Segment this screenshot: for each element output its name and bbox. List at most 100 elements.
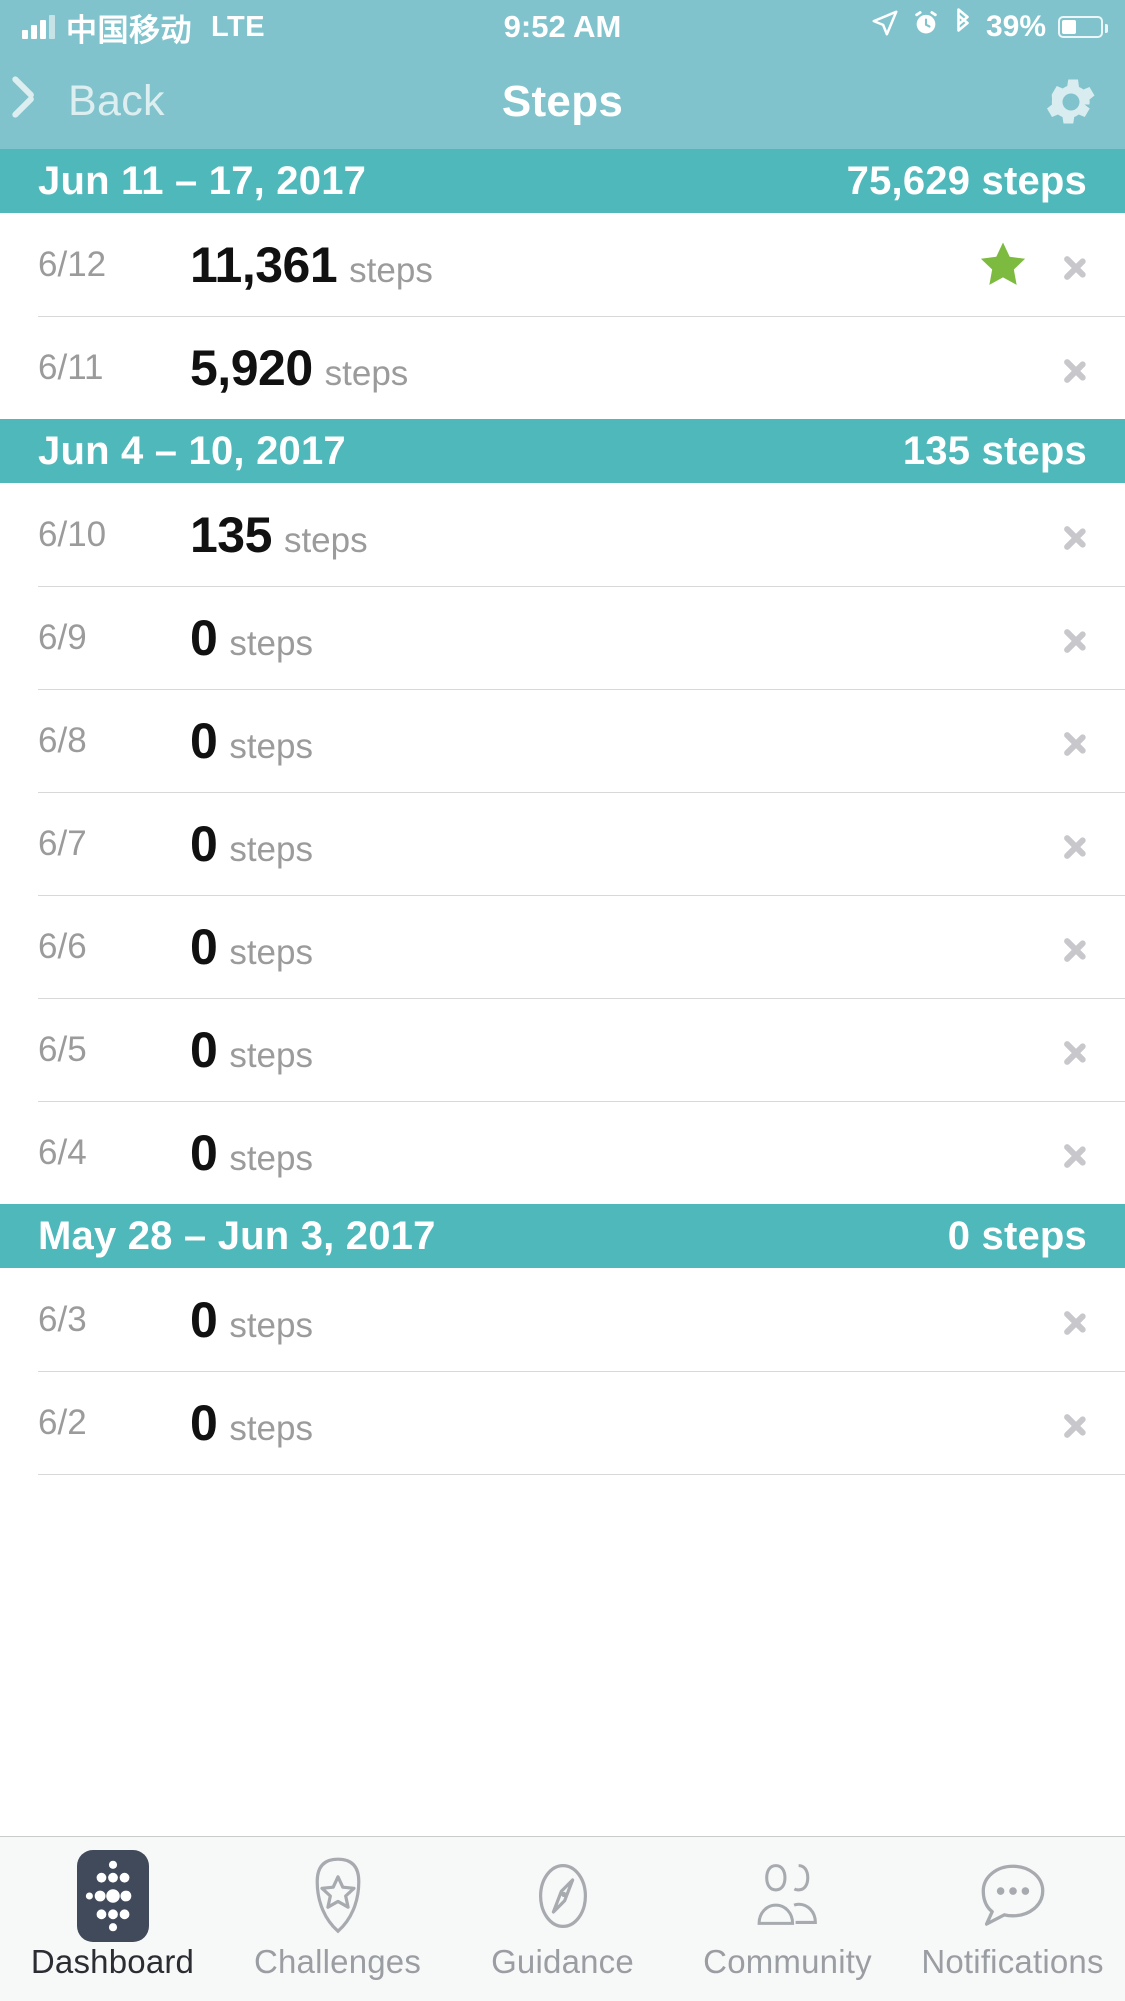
page-title: Steps [501, 76, 624, 126]
tab-challenges[interactable]: Challenges [225, 1837, 450, 1981]
day-step-count: 11,361 [190, 236, 338, 293]
section-header: May 28 – Jun 3, 2017 0 steps [0, 1204, 1125, 1268]
steps-list[interactable]: Jun 11 – 17, 2017 75,629 steps 6/12 11,361 s… [0, 149, 1125, 1804]
day-row-accessories [1063, 1298, 1087, 1342]
status-bar-left: 中国移动 LTE [22, 5, 265, 50]
section-rows: 6/10 135 steps 6/9 0 steps 6/8 0 steps 6/7 0 steps 6… [0, 483, 1125, 1204]
day-row[interactable]: 6/7 0 steps [0, 792, 1125, 895]
section-date-range: Jun 11 – 17, 2017 [38, 158, 367, 203]
day-step-unit: steps [229, 1305, 313, 1345]
day-steps: 0 steps [190, 918, 313, 976]
signal-bars-icon [22, 15, 55, 39]
day-row[interactable]: 6/10 135 steps [0, 483, 1125, 586]
chevron-right-icon[interactable] [1063, 243, 1087, 287]
section-step-total: 0 steps [947, 1213, 1087, 1258]
compass-icon [531, 1855, 595, 1937]
chevron-right-icon[interactable] [1063, 616, 1087, 660]
day-row[interactable]: 6/6 0 steps [0, 895, 1125, 998]
day-steps: 0 steps [190, 609, 313, 667]
day-row-accessories [1063, 925, 1087, 969]
day-row-accessories [1063, 822, 1087, 866]
chevron-right-icon[interactable] [1063, 1131, 1087, 1175]
back-button[interactable]: Back [24, 77, 165, 126]
day-steps: 0 steps [190, 712, 313, 770]
alarm-clock-icon [912, 9, 940, 45]
chevron-right-icon[interactable] [1063, 822, 1087, 866]
day-row-accessories [1063, 1028, 1087, 1072]
day-step-count: 0 [190, 815, 218, 872]
section-date-range: Jun 4 – 10, 2017 [38, 428, 346, 473]
day-row[interactable]: 6/12 11,361 steps [0, 213, 1125, 316]
section-date-range: May 28 – Jun 3, 2017 [38, 1213, 436, 1258]
day-steps: 0 steps [190, 1394, 313, 1452]
chevron-right-icon[interactable] [1063, 1401, 1087, 1445]
day-step-unit: steps [229, 726, 313, 766]
day-step-count: 135 [190, 506, 272, 563]
day-row[interactable]: 6/2 0 steps [0, 1371, 1125, 1474]
day-steps: 5,920 steps [190, 339, 408, 397]
day-date: 6/6 [38, 926, 87, 966]
location-arrow-icon [870, 8, 900, 46]
day-steps: 11,361 steps [190, 236, 433, 294]
day-row-accessories [1063, 1131, 1087, 1175]
day-step-unit: steps [349, 250, 433, 290]
day-date: 6/10 [38, 514, 107, 554]
speech-bubble-icon [975, 1855, 1051, 1937]
tab-label-notifications: Notifications [921, 1943, 1104, 1980]
status-bar-right: 39% [870, 8, 1108, 46]
two-people-icon [750, 1855, 826, 1937]
day-date: 6/7 [38, 823, 87, 863]
day-row[interactable]: 6/11 5,920 steps [0, 316, 1125, 419]
day-row-accessories [1063, 719, 1087, 763]
day-step-count: 0 [190, 918, 218, 975]
carrier-label: 中国移动 [66, 12, 192, 48]
day-step-count: 0 [190, 712, 218, 769]
day-row[interactable]: 6/9 0 steps [0, 586, 1125, 689]
tab-community[interactable]: Community [675, 1837, 900, 1981]
section-rows: 6/12 11,361 steps 6/11 5,920 steps [0, 213, 1125, 419]
day-row[interactable]: 6/8 0 steps [0, 689, 1125, 792]
day-date: 6/2 [38, 1402, 87, 1442]
day-step-unit: steps [229, 1408, 313, 1448]
day-steps: 0 steps [190, 1124, 313, 1182]
bottom-tab-bar: Dashboard Challenges Guidance Community … [0, 1836, 1125, 2001]
chevron-right-icon[interactable] [1063, 925, 1087, 969]
day-row-accessories [1063, 346, 1087, 390]
tab-notifications[interactable]: Notifications [900, 1837, 1125, 1981]
chevron-right-icon[interactable] [1063, 346, 1087, 390]
goal-star-icon [977, 239, 1029, 291]
day-steps: 0 steps [190, 1021, 313, 1079]
day-row[interactable]: 6/4 0 steps [0, 1101, 1125, 1204]
battery-percent-label: 39% [985, 10, 1046, 43]
day-date: 6/5 [38, 1029, 87, 1069]
day-step-count: 0 [190, 609, 218, 666]
day-step-count: 0 [190, 1394, 218, 1451]
tab-guidance[interactable]: Guidance [450, 1837, 675, 1981]
day-row[interactable]: 6/3 0 steps [0, 1268, 1125, 1371]
tab-label-dashboard: Dashboard [30, 1943, 195, 1980]
tab-label-community: Community [703, 1943, 872, 1980]
day-step-unit: steps [324, 353, 409, 393]
list-bottom-divider [38, 1474, 1125, 1475]
chevron-right-icon[interactable] [1063, 513, 1087, 557]
section-step-total: 75,629 steps [846, 158, 1087, 203]
tab-label-challenges: Challenges [253, 1943, 422, 1980]
day-row[interactable]: 6/5 0 steps [0, 998, 1125, 1101]
tab-label-guidance: Guidance [491, 1943, 634, 1980]
star-shield-icon [306, 1855, 370, 1937]
settings-button[interactable] [1041, 72, 1101, 132]
battery-icon [1058, 16, 1108, 38]
day-date: 6/3 [38, 1299, 87, 1339]
day-step-unit: steps [229, 623, 313, 663]
chevron-right-icon[interactable] [1063, 1298, 1087, 1342]
chevron-right-icon[interactable] [1063, 719, 1087, 763]
day-row-accessories [1063, 1401, 1087, 1445]
day-step-count: 0 [190, 1124, 218, 1181]
section-header: Jun 4 – 10, 2017 135 steps [0, 419, 1125, 483]
app-screen: 中国移动 LTE 9:52 AM 39% Back Steps Jun 11 –… [0, 0, 1125, 2001]
tab-dashboard[interactable]: Dashboard [0, 1837, 225, 1981]
day-date: 6/12 [38, 244, 107, 284]
chevron-right-icon[interactable] [1063, 1028, 1087, 1072]
day-date: 6/9 [38, 617, 87, 657]
day-date: 6/8 [38, 720, 87, 760]
